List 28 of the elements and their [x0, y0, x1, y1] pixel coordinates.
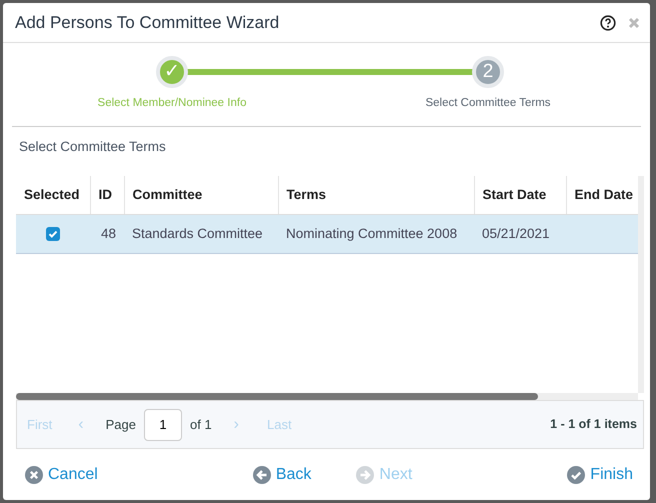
column-header: Committee [124, 176, 278, 214]
table-cell: 48 [90, 214, 124, 254]
column-header: ID [90, 176, 124, 214]
column-header: Start Date [474, 176, 566, 214]
step-circle: ✓ [156, 56, 188, 88]
table-cell: Nominating Committee 2008 [278, 214, 474, 254]
cancel-button[interactable]: Cancel [25, 462, 98, 487]
checkbox[interactable] [46, 227, 60, 242]
finish-button[interactable]: Finish [567, 462, 633, 487]
items-summary: 1 - 1 of 1 items [550, 416, 637, 434]
page-input[interactable]: 1 [144, 408, 182, 441]
window-title: Add Persons To Committee Wizard [15, 12, 280, 34]
page-label: Page [106, 416, 136, 434]
table-cell: Standards Committee [124, 214, 278, 254]
column-header: Selected [16, 176, 90, 214]
step-label: Select Member/Nominee Info [98, 96, 246, 111]
cancel-icon [25, 466, 43, 484]
help-icon[interactable] [600, 14, 616, 30]
step-label: Select Committee Terms [425, 96, 551, 111]
checkmark-icon [567, 466, 586, 484]
page-count: of 1 [190, 416, 212, 434]
table-cell: 05/21/2021 [474, 214, 566, 254]
close-icon[interactable] [628, 16, 640, 28]
back-button[interactable]: Back [252, 462, 312, 487]
column-header: Terms [278, 176, 474, 214]
step-circle: 2 [472, 56, 504, 88]
section-title: Select Committee Terms [18, 138, 167, 156]
scrollbar-thumb[interactable] [16, 393, 538, 400]
